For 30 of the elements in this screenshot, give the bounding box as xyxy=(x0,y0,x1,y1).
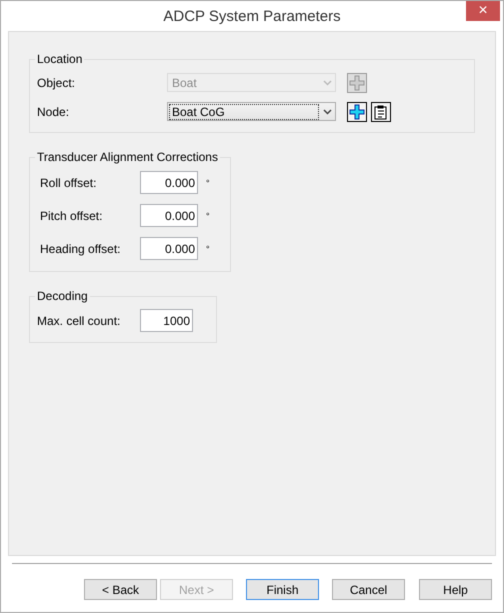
dialog-button[interactable]: < Back xyxy=(84,579,157,600)
add-button[interactable] xyxy=(347,102,367,122)
number-field[interactable]: 0.000 xyxy=(140,171,198,194)
properties-button[interactable] xyxy=(371,102,391,122)
dropdown[interactable]: Boat CoG xyxy=(167,102,336,121)
clipboard-icon xyxy=(373,104,389,120)
field-label: Object: xyxy=(37,76,76,90)
group-title: Transducer Alignment Corrections xyxy=(36,150,219,164)
field-label: Roll offset: xyxy=(40,176,98,190)
field-label: Node: xyxy=(37,104,70,118)
field-label: Heading offset: xyxy=(40,242,122,256)
close-button[interactable]: × xyxy=(466,1,500,21)
number-field[interactable]: 0.000 xyxy=(140,204,198,227)
group-title: Location xyxy=(36,52,84,66)
field-label: Max. cell count: xyxy=(37,314,122,328)
dialog-button[interactable]: Help xyxy=(419,579,492,600)
dialog-button[interactable]: Cancel xyxy=(332,579,405,600)
plus-icon xyxy=(349,104,365,120)
group-title: Decoding xyxy=(36,289,89,303)
number-field[interactable]: 1000 xyxy=(140,309,193,332)
unit-label: ° xyxy=(206,244,210,254)
number-field[interactable]: 0.000 xyxy=(140,237,198,260)
unit-label: ° xyxy=(206,178,210,188)
field-label: Pitch offset: xyxy=(40,208,104,222)
unit-label: ° xyxy=(206,210,210,220)
dialog-button[interactable]: Finish xyxy=(246,579,319,600)
plus-icon xyxy=(349,74,365,90)
chevron-icon xyxy=(323,80,332,86)
chevron-icon xyxy=(323,108,332,114)
window-title: ADCP System Parameters xyxy=(163,8,341,24)
